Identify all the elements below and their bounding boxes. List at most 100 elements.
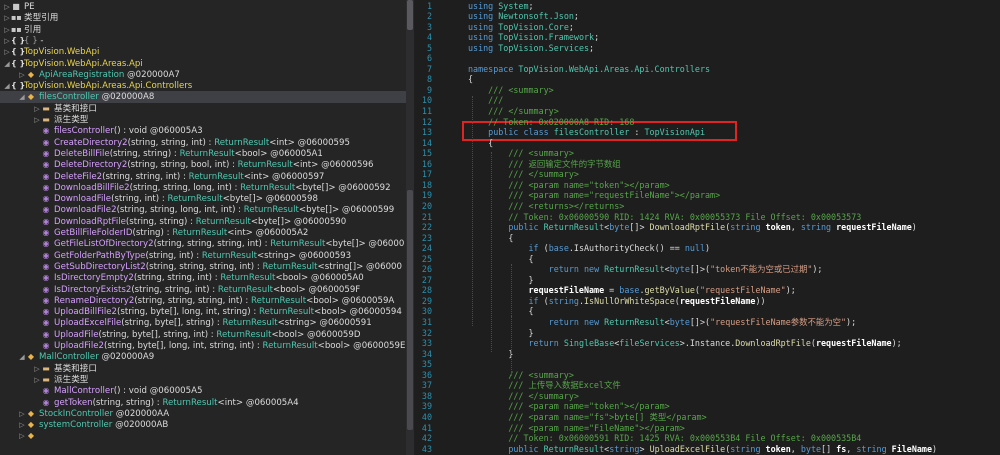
namespace-icon: { } xyxy=(11,35,26,45)
tree-node-label: UploadFile2 xyxy=(54,341,104,351)
code-line[interactable]: return SingleBase<fileServices>.Instance… xyxy=(468,338,902,349)
tree-node[interactable]: ▷{ }{ } - xyxy=(0,35,43,46)
tree-method-node[interactable]: ◉ UploadFile(string, byte[], string, int)… xyxy=(0,329,361,340)
code-token: SingleBase xyxy=(563,338,615,349)
tree-node[interactable]: ▷ ▬ 派生类型 xyxy=(0,374,88,385)
code-token: requestFileName xyxy=(836,222,912,233)
tree-node[interactable]: ▷ ◆ xyxy=(0,430,39,441)
class-icon: ◆ xyxy=(27,431,35,441)
tree-node-label: (string) : xyxy=(132,228,173,238)
tree-method-node[interactable]: ◉ DownloadRptFile(string, string) : Retur… xyxy=(0,216,347,227)
tree-node[interactable]: ◢ ◆ MallController @020000A9 xyxy=(0,351,154,362)
code-token: using xyxy=(468,32,499,43)
tree-node-label: DownloadBillFile2 xyxy=(54,182,130,193)
tree-node-label: 派生类型 xyxy=(54,374,89,385)
code-token: /// </summary> xyxy=(468,106,559,116)
code-line[interactable]: public class filesController : TopVision… xyxy=(468,127,705,138)
code-token: /// <param name="FileName"></param> xyxy=(468,422,685,433)
tree-node[interactable]: ▷ ▬ 基类和接口 xyxy=(0,103,97,114)
tree-method-node[interactable]: ◉ DeleteBillFile(string, string) : Return… xyxy=(0,148,323,159)
tree-node[interactable]: ▷ ◆ ApiAreaRegistration @020000A7 xyxy=(0,69,180,80)
class-icon: ◆ xyxy=(27,69,35,79)
indent-guide xyxy=(472,96,473,326)
tree-node[interactable]: ▷▪▪ 类型引用 xyxy=(0,12,58,23)
tree-node[interactable]: ▷ ■ PE xyxy=(0,1,34,12)
code-token: string xyxy=(609,443,640,454)
tree-node[interactable]: ◢{ }TopVision.WebApi.Areas.Api.Controlle… xyxy=(0,80,192,91)
tree-node[interactable]: ▷ ◆ StockInController @020000AA xyxy=(0,408,169,419)
tree-node[interactable]: ▷ ▬ 基类和接口 xyxy=(0,363,97,374)
code-token: new xyxy=(583,317,605,327)
tree-node-label: () : void @060005A3 xyxy=(113,126,203,137)
method-icon: ◉ xyxy=(42,148,50,158)
code-token: ); xyxy=(812,264,823,275)
code-token: getByValue xyxy=(644,285,695,296)
tree-method-node[interactable]: ◉ filesController() : void @060005A3 xyxy=(0,125,203,136)
code-token: )) xyxy=(755,295,766,306)
tree-method-node[interactable]: ◉ CreateDirectory2(string, string, int) :… xyxy=(0,137,350,148)
tree-node-label: <int> @060005A4 xyxy=(217,397,299,408)
tree-node[interactable]: ▷{ }TopVision.WebApi xyxy=(0,46,99,57)
code-token: TopVision.Services xyxy=(498,42,590,53)
tree-node-label: (string, string, long, int, int) : xyxy=(116,205,244,216)
tree-method-node[interactable]: ◉ DeleteDirectory2(string, string, bool, … xyxy=(0,159,374,171)
code-line[interactable]: public ReturnResult<byte[]> DownloadRptF… xyxy=(468,222,917,233)
method-icon: ◉ xyxy=(42,386,50,396)
tree-node-label: (string, string, bool, int) : xyxy=(127,160,238,171)
tree-method-node[interactable]: ◉ getToken(string, string) : ReturnResult… xyxy=(0,397,299,408)
reference-icon: ▪▪ xyxy=(11,13,22,23)
tree-method-node[interactable]: ◉ IsDirectoryEmpty2(string, string, int) … xyxy=(0,272,364,283)
tree-method-node[interactable]: ◉ GetBillFileFolderID(string) : ReturnRes… xyxy=(0,227,309,238)
tree-method-node[interactable]: ◉ DeleteFile2(string, string, int) : Retu… xyxy=(0,171,325,182)
tree-method-node[interactable]: ◉ UploadExcelFile(string, byte[], string)… xyxy=(0,317,372,328)
code-token: return xyxy=(468,338,564,349)
code-token: // Token: 0x06000590 RID: 1424 RVA: 0x00… xyxy=(468,211,862,222)
tree-node[interactable]: ◢{ }TopVision.WebApi.Areas.Api xyxy=(0,58,142,69)
code-token: Newtonsoft.Json xyxy=(498,11,574,22)
tree-node-label: (string, string, int) : xyxy=(102,171,189,182)
expand-toggle-icon[interactable]: ▷ xyxy=(18,431,26,442)
code-token: /// <param name="requestFileName"></para… xyxy=(468,190,721,201)
code-token: byte xyxy=(609,222,630,233)
code-line[interactable]: public ReturnResult<string> UploadExcelF… xyxy=(468,444,937,455)
method-icon: ◉ xyxy=(42,182,50,192)
tree-node-label: UploadFile xyxy=(54,329,99,340)
code-token: using xyxy=(468,11,499,22)
namespace-icon: { } xyxy=(11,47,26,57)
tree-node-label: <byte[]> @06000590 xyxy=(250,216,347,227)
tree-node[interactable]: ▷ ◆ systemController @020000AB xyxy=(0,419,168,430)
tree-method-node[interactable]: ◉ MallController() : void @060005A5 xyxy=(0,385,203,396)
tree-method-node[interactable]: ◉ DownloadBillFile2(string, string, long,… xyxy=(0,182,391,193)
folder-icon: ▬ xyxy=(42,115,50,124)
tree-method-node[interactable]: ◉ UploadFile2(string, byte[], long, int, … xyxy=(0,340,406,351)
code-token: TopVision.Core xyxy=(498,21,569,32)
tree-scrollbar-track[interactable] xyxy=(406,190,414,430)
tree-node-label: <bool> @0600059F xyxy=(272,284,361,295)
code-token: "requestFileName参数不能为空" xyxy=(710,317,847,327)
tree-node-label: DeleteDirectory2 xyxy=(54,160,128,171)
code-editor[interactable]: using System; using Newtonsoft.Json; using… xyxy=(438,0,1000,455)
code-token: TopVision.WebApi.Areas.Api.Controllers xyxy=(518,63,711,74)
tree-node-label: ReturnResult xyxy=(172,228,228,238)
tree-method-node[interactable]: ◉ GetSubDirectoryList2(string, string, st… xyxy=(0,261,402,272)
code-line[interactable]: namespace TopVision.WebApi.Areas.Api.Con… xyxy=(468,64,710,75)
code-line[interactable]: using TopVision.Services; xyxy=(468,43,594,54)
tree-node-label: (string, string, string, int) : xyxy=(134,295,251,306)
tree-method-node[interactable]: ◉ RenameDirectory2(string, string, string… xyxy=(0,295,395,306)
tree-node[interactable]: ▷ ▬ 派生类型 xyxy=(0,114,88,125)
code-token: byte xyxy=(669,317,690,327)
tree-node-label: ReturnResult xyxy=(162,397,218,408)
tree-method-node[interactable]: ◉ GetFileListOfDirectory2(string, string,… xyxy=(0,238,405,249)
tree-scrollbar-thumb[interactable] xyxy=(407,0,413,30)
tree-method-node[interactable]: ◉ UploadBillFile2(string, byte[], long, i… xyxy=(0,306,402,317)
tree-node-label: DownloadFile2 xyxy=(54,205,117,216)
tree-method-node[interactable]: ◉ GetFolderPathByType(string, int) : Retu… xyxy=(0,250,352,261)
tree-node-label: CreateDirectory2 xyxy=(54,137,128,148)
tree-node[interactable]: ◢ ◆ filesController @020000A8 xyxy=(0,91,406,103)
tree-method-node[interactable]: ◉ DownloadFile(string, int) : ReturnResul… xyxy=(0,193,318,204)
tree-method-node[interactable]: ◉ IsDirectoryExists2(string, string, int)… xyxy=(0,284,361,295)
tree-node-label: { } xyxy=(24,35,38,46)
tree-method-node[interactable]: ◉ DownloadFile2(string, string, long, int… xyxy=(0,204,395,216)
tree-node[interactable]: ▷▪▪ 引用 xyxy=(0,24,41,35)
code-token: DownloadRptFile xyxy=(735,338,811,349)
